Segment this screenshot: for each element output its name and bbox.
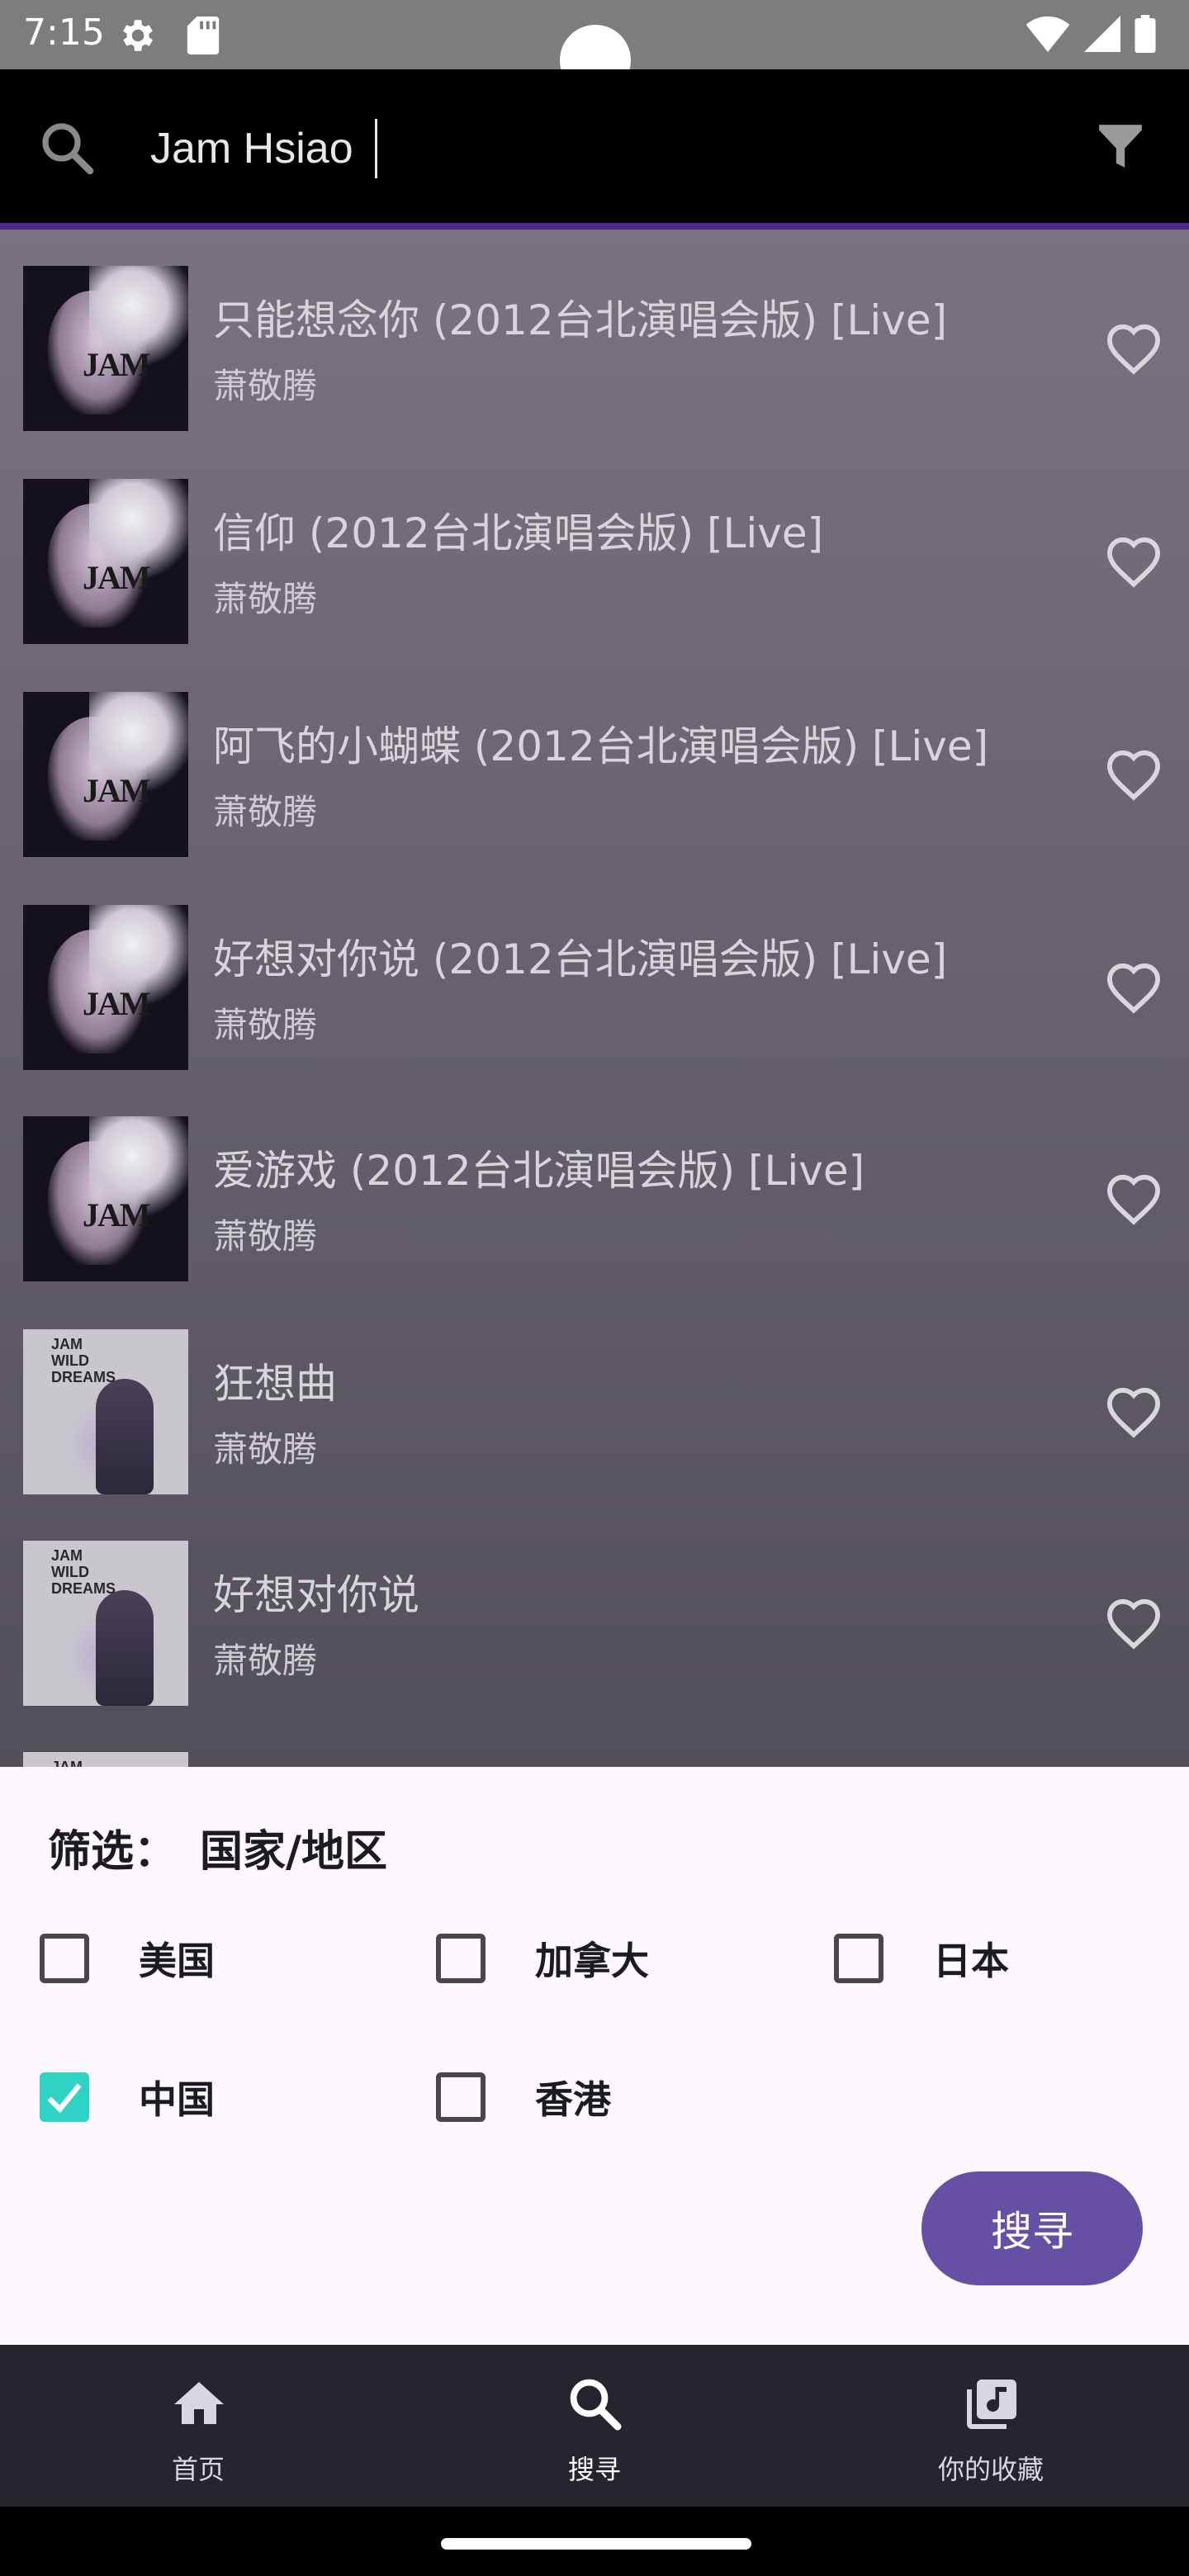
album-cover: JAM — [23, 266, 188, 431]
filter-label: 筛选： — [48, 1827, 178, 1877]
checkbox-checked[interactable] — [40, 2072, 89, 2122]
nav-item-search[interactable]: 搜寻 — [396, 2345, 793, 2507]
song-row[interactable]: JAM WILD DREAMS 狂想曲 萧敬腾 — [0, 1293, 1189, 1504]
search-icon[interactable] — [38, 119, 97, 178]
sd-card-icon — [187, 17, 220, 54]
album-cover: JAM WILD DREAMS — [23, 1329, 188, 1494]
search-button[interactable]: 搜寻 — [921, 2171, 1143, 2285]
song-title: 信仰 (2012台北演唱会版) [Live] — [213, 509, 824, 557]
filter-heading: 筛选： 国家/地区 — [48, 1816, 387, 1878]
status-icons — [1026, 15, 1156, 53]
header-divider — [0, 223, 1189, 230]
wifi-icon — [1026, 16, 1070, 52]
filter-option-japan[interactable]: 日本 — [834, 1929, 1009, 1988]
song-title: 好想对你说 (2012台北演唱会版) [Live] — [213, 935, 948, 983]
favorite-heart-icon[interactable] — [1105, 748, 1163, 801]
option-label: 日本 — [933, 1939, 1009, 1983]
song-artist: 萧敬腾 — [213, 1216, 318, 1257]
song-title: 狂想曲 — [213, 1360, 337, 1408]
album-cover: JAM — [23, 1116, 188, 1281]
song-list: JAM 只能想念你 (2012台北演唱会版) [Live] 萧敬腾 JAM 信仰… — [0, 230, 1189, 1767]
song-artist: 萧敬腾 — [213, 1005, 318, 1045]
favorite-heart-icon[interactable] — [1105, 322, 1163, 375]
album-cover: JAM — [23, 905, 188, 1070]
favorite-heart-icon[interactable] — [1105, 535, 1163, 588]
favorite-heart-icon[interactable] — [1105, 961, 1163, 1014]
checkbox[interactable] — [436, 1934, 486, 1983]
song-artist: 萧敬腾 — [213, 366, 318, 406]
gesture-bar[interactable] — [441, 2538, 751, 2550]
song-row-partial: JAM WILD DREAMS — [0, 1716, 1189, 1767]
favorite-heart-icon[interactable] — [1105, 1597, 1163, 1650]
filter-option-china[interactable]: 中国 — [40, 2067, 215, 2127]
song-artist: 萧敬腾 — [213, 792, 318, 832]
checkbox[interactable] — [40, 1934, 89, 1983]
library-music-icon — [967, 2379, 1016, 2429]
checkbox[interactable] — [436, 2072, 486, 2122]
album-cover: JAM WILD DREAMS — [23, 1752, 188, 1767]
song-title: 阿飞的小蝴蝶 (2012台北演唱会版) [Live] — [213, 722, 989, 770]
nav-label-home: 首页 — [171, 2454, 225, 2485]
song-artist: 萧敬腾 — [213, 1429, 318, 1470]
option-label: 中国 — [139, 2077, 215, 2122]
album-cover: JAM — [23, 479, 188, 644]
status-time: 7:15 — [23, 12, 105, 54]
song-artist: 萧敬腾 — [213, 579, 318, 619]
bottom-nav: 首页 搜寻 你的收藏 — [0, 2345, 1189, 2507]
filter-option-canada[interactable]: 加拿大 — [436, 1929, 649, 1988]
option-label: 美国 — [139, 1939, 215, 1983]
search-header — [0, 69, 1189, 223]
option-label: 香港 — [535, 2077, 611, 2122]
nav-item-library[interactable]: 你的收藏 — [793, 2345, 1189, 2507]
checkbox[interactable] — [834, 1934, 883, 1983]
song-title: 只能想念你 (2012台北演唱会版) [Live] — [213, 296, 948, 344]
battery-icon — [1135, 15, 1156, 53]
filter-category: 国家/地区 — [200, 1827, 388, 1877]
nav-label-search: 搜寻 — [567, 2454, 621, 2485]
filter-icon[interactable] — [1095, 119, 1146, 173]
filter-sheet: 筛选： 国家/地区 美国 加拿大 日本 中国 香港 搜寻 — [0, 1767, 1189, 2345]
home-icon — [174, 2382, 224, 2424]
settings-gear-icon — [123, 20, 153, 51]
favorite-heart-icon[interactable] — [1105, 1385, 1163, 1438]
song-row[interactable]: JAM 阿飞的小蝴蝶 (2012台北演唱会版) [Live] 萧敬腾 — [0, 656, 1189, 867]
search-icon — [570, 2379, 622, 2431]
album-cover: JAM WILD DREAMS — [23, 1541, 188, 1706]
song-title: 爱游戏 (2012台北演唱会版) [Live] — [213, 1147, 865, 1195]
song-title: 好想对你说 — [213, 1571, 419, 1619]
filter-option-hongkong[interactable]: 香港 — [436, 2067, 611, 2127]
filter-option-usa[interactable]: 美国 — [40, 1929, 215, 1988]
song-row[interactable]: JAM WILD DREAMS 好想对你说 萧敬腾 — [0, 1504, 1189, 1716]
nav-item-home[interactable]: 首页 — [0, 2345, 396, 2507]
song-row[interactable]: JAM 爱游戏 (2012台北演唱会版) [Live] 萧敬腾 — [0, 1080, 1189, 1291]
song-artist: 萧敬腾 — [213, 1641, 318, 1681]
song-row[interactable]: JAM 好想对你说 (2012台北演唱会版) [Live] 萧敬腾 — [0, 869, 1189, 1080]
search-input[interactable] — [150, 116, 976, 182]
option-label: 加拿大 — [535, 1939, 649, 1983]
check-icon — [47, 2083, 82, 2114]
favorite-heart-icon[interactable] — [1105, 1172, 1163, 1225]
text-cursor — [375, 119, 377, 178]
song-row[interactable]: JAM 信仰 (2012台北演唱会版) [Live] 萧敬腾 — [0, 443, 1189, 654]
song-row[interactable]: JAM 只能想念你 (2012台北演唱会版) [Live] 萧敬腾 — [0, 230, 1189, 441]
nav-label-library: 你的收藏 — [937, 2454, 1044, 2485]
album-cover: JAM — [23, 692, 188, 857]
cell-signal-icon — [1084, 16, 1120, 52]
